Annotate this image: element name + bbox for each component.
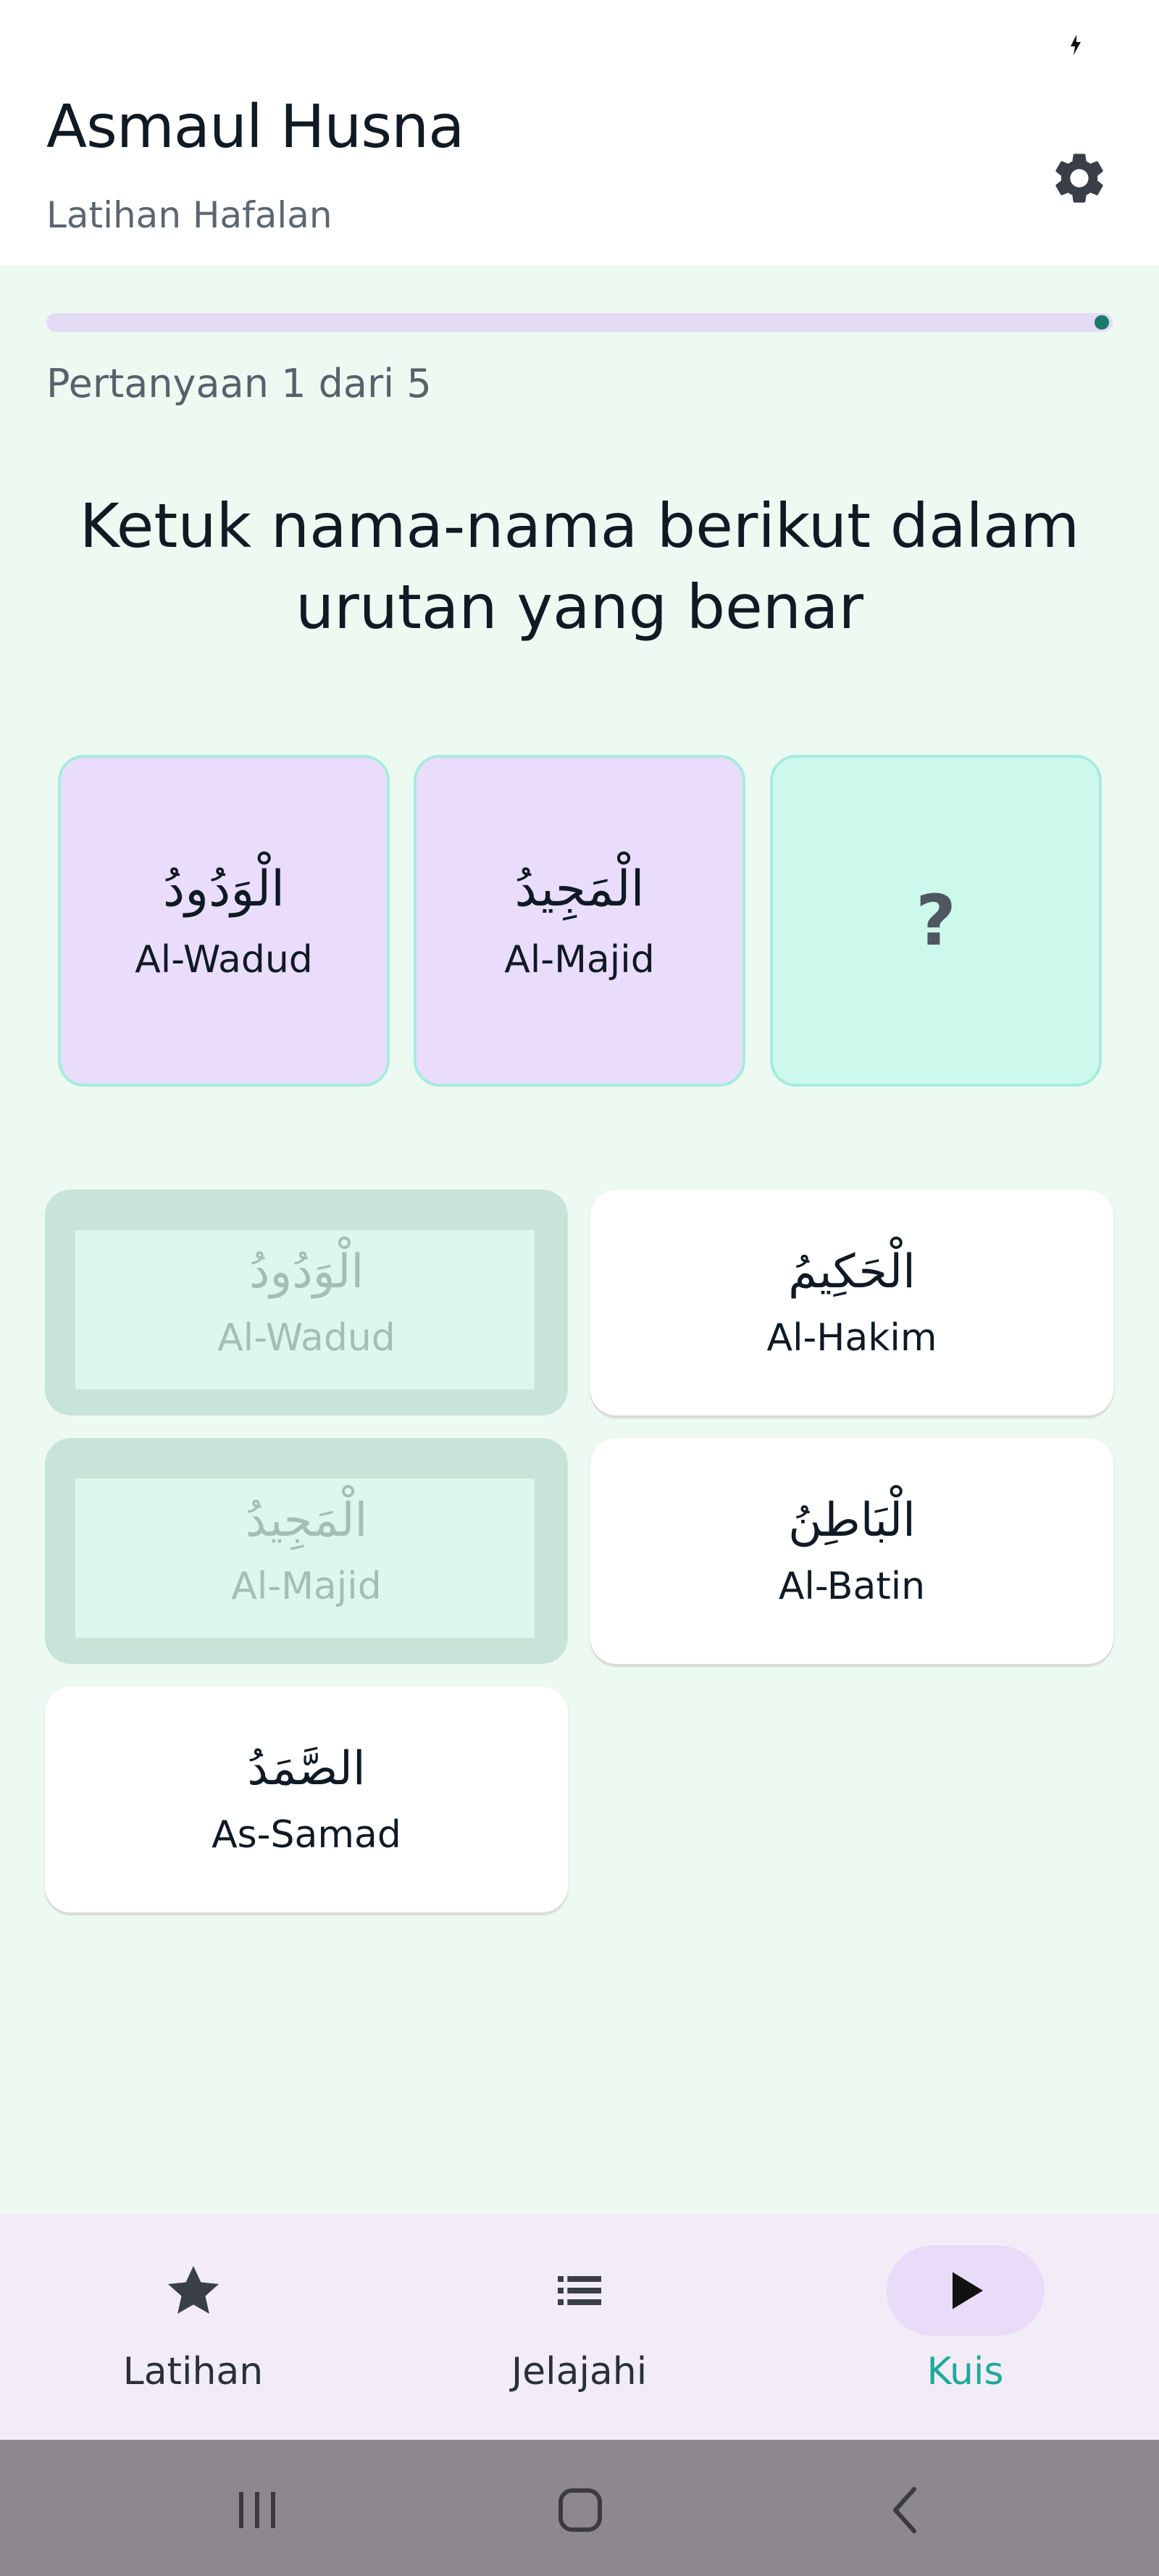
settings-button[interactable]: [1043, 142, 1116, 214]
option-card-al-majid[interactable]: الْمَجِيدُ Al-Majid: [45, 1438, 568, 1664]
gear-icon: [1055, 154, 1103, 203]
option-arabic-name: الْحَكِيمُ: [788, 1245, 916, 1299]
slot-latin-name: Al-Wadud: [135, 937, 313, 982]
quiz-progress-fill: [46, 313, 260, 332]
star-icon: [167, 2265, 219, 2314]
play-icon: [952, 2272, 983, 2309]
nav-item-jelajahi[interactable]: Jelajahi: [386, 2214, 772, 2440]
recent-apps-icon: [239, 2492, 275, 2528]
back-icon: [893, 2487, 916, 2533]
list-icon: [557, 2276, 601, 2305]
nav-icon-container: [886, 2246, 1045, 2335]
back-button[interactable]: [866, 2477, 946, 2543]
nav-label: Kuis: [926, 2350, 1004, 2393]
option-card-al-batin[interactable]: الْبَاطِنُ Al-Batin: [590, 1438, 1113, 1664]
progress-end-indicator: [1095, 315, 1109, 330]
recent-apps-button[interactable]: [217, 2477, 297, 2543]
option-latin-name: Al-Hakim: [766, 1316, 937, 1360]
home-button[interactable]: [540, 2477, 620, 2543]
app-subtitle: Latihan Hafalan: [46, 194, 332, 236]
quiz-instruction: Ketuk nama-nama berikut dalam urutan yan…: [79, 490, 1080, 643]
slot-latin-name: Al-Majid: [504, 937, 655, 982]
app-title: Asmaul Husna: [46, 93, 464, 162]
slot-arabic-name: الْوَدُودُ: [162, 860, 285, 918]
home-icon: [558, 2488, 602, 2532]
slot-arabic-name: الْمَجِيدُ: [514, 860, 645, 918]
answer-slot-2[interactable]: الْمَجِيدُ Al-Majid: [414, 755, 745, 1087]
quiz-progress-bar: [46, 313, 1113, 332]
option-latin-name: Al-Majid: [231, 1565, 382, 1608]
option-arabic-name: الْمَجِيدُ: [245, 1494, 368, 1547]
option-arabic-name: الْوَدُودُ: [248, 1245, 364, 1299]
nav-icon-container: [114, 2246, 272, 2335]
answer-slot-3[interactable]: ?: [770, 755, 1102, 1087]
nav-icon-container: [501, 2246, 658, 2335]
option-arabic-name: الصَّمَدُ: [247, 1742, 366, 1796]
nav-item-latihan[interactable]: Latihan: [0, 2214, 386, 2440]
nav-label: Latihan: [122, 2350, 264, 2393]
option-card-al-wadud[interactable]: الْوَدُودُ Al-Wadud: [45, 1189, 568, 1415]
nav-item-kuis[interactable]: Kuis: [772, 2214, 1158, 2440]
app-header: Asmaul Husna Latihan Hafalan: [0, 0, 1159, 265]
answer-slot-1[interactable]: الْوَدُودُ Al-Wadud: [58, 755, 390, 1087]
nav-label: Jelajahi: [511, 2350, 648, 2393]
option-card-al-hakim[interactable]: الْحَكِيمُ Al-Hakim: [590, 1189, 1113, 1415]
question-counter: Pertanyaan 1 dari 5: [46, 361, 432, 406]
option-latin-name: Al-Wadud: [217, 1316, 396, 1360]
option-latin-name: Al-Batin: [778, 1565, 926, 1608]
charging-icon: [1065, 32, 1087, 58]
option-latin-name: As-Samad: [212, 1813, 401, 1857]
option-arabic-name: الْبَاطِنُ: [788, 1494, 916, 1547]
option-card-as-samad[interactable]: الصَّمَدُ As-Samad: [45, 1686, 568, 1912]
empty-slot-placeholder: ?: [916, 880, 956, 961]
